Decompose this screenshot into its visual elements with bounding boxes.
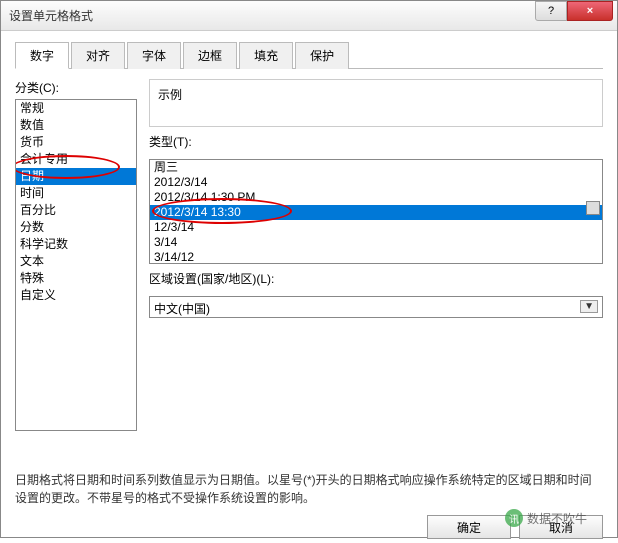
list-item[interactable]: 特殊 [16,270,136,287]
tab-border[interactable]: 边框 [183,42,237,69]
tab-protection[interactable]: 保护 [295,42,349,69]
list-item[interactable]: 文本 [16,253,136,270]
category-listbox[interactable]: 常规 数值 货币 会计专用 日期 时间 百分比 分数 科学记数 文本 特殊 自定… [15,99,137,431]
help-button[interactable]: ? [535,1,567,21]
type-listbox[interactable]: 周三 2012/3/14 2012/3/14 1:30 PM 2012/3/14… [149,159,603,264]
format-description: 日期格式将日期和时间系列数值显示为日期值。以星号(*)开头的日期格式响应操作系统… [15,471,603,507]
list-item[interactable]: 时间 [16,185,136,202]
list-item[interactable]: 2012/3/14 [150,175,602,190]
tab-strip: 数字 对齐 字体 边框 填充 保护 [15,41,603,69]
list-item[interactable]: 分数 [16,219,136,236]
list-item[interactable]: 自定义 [16,287,136,304]
detail-column: 示例 类型(T): 周三 2012/3/14 2012/3/14 1:30 PM… [149,79,603,431]
titlebar: 设置单元格格式 ? × [1,1,617,31]
cancel-button[interactable]: 取消 [519,515,603,539]
tab-number[interactable]: 数字 [15,42,69,69]
ok-button[interactable]: 确定 [427,515,511,539]
category-column: 分类(C): 常规 数值 货币 会计专用 日期 时间 百分比 分数 科学记数 文… [15,79,137,431]
list-item[interactable]: 2012/3/14 13:30 [150,205,602,220]
scrollbar-thumb[interactable] [586,201,600,215]
dialog-body: 数字 对齐 字体 边框 填充 保护 分类(C): 常规 数值 货币 会计专用 日… [1,31,617,537]
list-item[interactable]: 数值 [16,117,136,134]
sample-groupbox: 示例 [149,79,603,127]
list-item[interactable]: 周三 [150,160,602,175]
locale-value: 中文(中国) [154,302,210,316]
list-item[interactable]: 12/3/14 [150,220,602,235]
locale-label: 区域设置(国家/地区)(L): [149,270,603,287]
tab-font[interactable]: 字体 [127,42,181,69]
list-item[interactable]: 货币 [16,134,136,151]
list-item[interactable]: 日期 [16,168,136,185]
sample-label: 示例 [158,84,594,105]
tab-alignment[interactable]: 对齐 [71,42,125,69]
close-button[interactable]: × [567,1,613,21]
list-item[interactable]: 常规 [16,100,136,117]
list-item[interactable]: 3/14 [150,235,602,250]
locale-dropdown[interactable]: 中文(中国) [149,296,603,318]
list-item[interactable]: 会计专用 [16,151,136,168]
list-item[interactable]: 科学记数 [16,236,136,253]
category-label: 分类(C): [15,79,137,96]
titlebar-buttons: ? × [535,1,613,21]
tab-fill[interactable]: 填充 [239,42,293,69]
main-panel: 分类(C): 常规 数值 货币 会计专用 日期 时间 百分比 分数 科学记数 文… [15,79,603,431]
dialog-title: 设置单元格格式 [9,7,609,24]
list-item[interactable]: 百分比 [16,202,136,219]
type-label: 类型(T): [149,133,603,150]
list-item[interactable]: 3/14/12 [150,250,602,264]
list-item[interactable]: 2012/3/14 1:30 PM [150,190,602,205]
format-cells-dialog: 设置单元格格式 ? × 数字 对齐 字体 边框 填充 保护 分类(C): 常规 … [0,0,618,538]
